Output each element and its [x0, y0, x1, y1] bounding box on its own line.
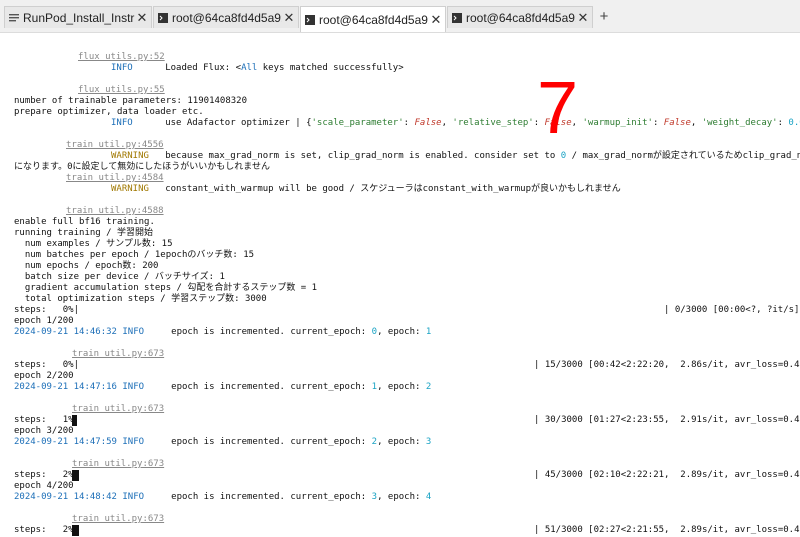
progress-stats: | 30/3000 [01:27<2:23:55, 2.91s/it, avr_… [534, 415, 800, 425]
log-line: WARNING constant_with_warmup will be goo… [111, 184, 621, 194]
progress-line: steps: 0%| [14, 360, 80, 370]
log-line: num examples / サンプル数: 15 [14, 239, 173, 249]
progress-stats: | 51/3000 [02:27<2:21:55, 2.89s/it, avr_… [534, 525, 800, 535]
log-line: INFO use Adafactor optimizer | {'scale_p… [111, 118, 800, 128]
tab-terminal-2-active[interactable]: root@64ca8fd4d5a9: /worksp ✕ [300, 6, 446, 32]
log-line: epoch 1/200 [14, 316, 74, 326]
progress-bar-fill [72, 470, 79, 481]
log-source: train_util.py:4588 [66, 206, 164, 216]
log-line: batch size per device / バッチサイズ: 1 [14, 272, 225, 282]
log-source: train_util.py:673 [72, 459, 165, 469]
log-source: train_util.py:673 [72, 349, 165, 359]
terminal-icon [305, 14, 315, 25]
log-line: running training / 学習開始 [14, 228, 153, 238]
log-source: train_util.py:673 [72, 514, 165, 524]
log-source: train_util.py:673 [72, 404, 165, 414]
new-tab-button[interactable]: + [596, 9, 612, 25]
tab-label: root@64ca8fd4d5a9: /worksp [466, 10, 576, 25]
progress-line: steps: 0%| [14, 305, 80, 315]
progress-bar-fill [72, 525, 79, 536]
log-line: prepare optimizer, data loader etc. [14, 107, 204, 117]
progress-stats: | 0/3000 [00:00<?, ?it/s] [664, 305, 800, 315]
close-icon[interactable]: ✕ [429, 12, 443, 28]
log-source: flux_utils.py:55 [78, 85, 165, 95]
progress-stats: | 15/3000 [00:42<2:22:20, 2.86s/it, avr_… [534, 360, 800, 370]
close-icon[interactable]: ✕ [135, 10, 149, 26]
terminal-output[interactable]: flux_utils.py:52 INFO Loaded Flux: <All … [0, 33, 800, 537]
tab-bar: RunPod_Install_Instructions.t ✕ root@64c… [0, 0, 800, 33]
progress-line: steps: 2%| [14, 470, 80, 480]
close-icon[interactable]: ✕ [282, 10, 296, 26]
tab-terminal-1[interactable]: root@64ca8fd4d5a9: /worksp ✕ [153, 6, 299, 28]
log-line: num epochs / epoch数: 200 [14, 261, 159, 271]
terminal-icon [158, 12, 168, 23]
log-source: train_util.py:4584 [66, 173, 164, 183]
log-line: 2024-09-21 14:47:16 INFO epoch is increm… [14, 382, 432, 392]
progress-line: steps: 2%| [14, 525, 80, 535]
progress-line: steps: 1%| [14, 415, 80, 425]
progress-stats: | 45/3000 [02:10<2:22:21, 2.89s/it, avr_… [534, 470, 800, 480]
tab-label: RunPod_Install_Instructions.t [23, 10, 135, 25]
log-line: epoch 3/200 [14, 426, 74, 436]
tab-runpod-instructions[interactable]: RunPod_Install_Instructions.t ✕ [4, 6, 152, 28]
document-icon [9, 13, 19, 21]
log-line: になります。0に設定して無効にしたほうがいいかもしれません [14, 162, 270, 172]
log-line: total optimization steps / 学習ステップ数: 3000 [14, 294, 267, 304]
log-line: 2024-09-21 14:46:32 INFO epoch is increm… [14, 327, 432, 337]
tab-label: root@64ca8fd4d5a9: /worksp [319, 12, 429, 27]
log-line: enable full bf16 training. [14, 217, 155, 227]
annotation-number: 7 [537, 66, 579, 149]
log-line: epoch 2/200 [14, 371, 74, 381]
close-icon[interactable]: ✕ [576, 10, 590, 26]
log-line: INFO Loaded Flux: <All keys matched succ… [111, 63, 404, 73]
log-line: gradient accumulation steps / 勾配を合計するステッ… [14, 283, 318, 293]
log-line: number of trainable parameters: 11901408… [14, 96, 247, 106]
tab-terminal-3[interactable]: root@64ca8fd4d5a9: /worksp ✕ [447, 6, 593, 28]
terminal-icon [452, 12, 462, 23]
log-line: WARNING because max_grad_norm is set, cl… [111, 151, 800, 161]
log-line: epoch 4/200 [14, 481, 74, 491]
progress-bar-fill [72, 415, 77, 426]
log-line: num batches per epoch / 1epochのバッチ数: 15 [14, 250, 255, 260]
tab-label: root@64ca8fd4d5a9: /worksp [172, 10, 282, 25]
log-source: flux_utils.py:52 [78, 52, 165, 62]
log-source: train_util.py:4556 [66, 140, 164, 150]
log-line: 2024-09-21 14:47:59 INFO epoch is increm… [14, 437, 432, 447]
log-line: 2024-09-21 14:48:42 INFO epoch is increm… [14, 492, 432, 502]
